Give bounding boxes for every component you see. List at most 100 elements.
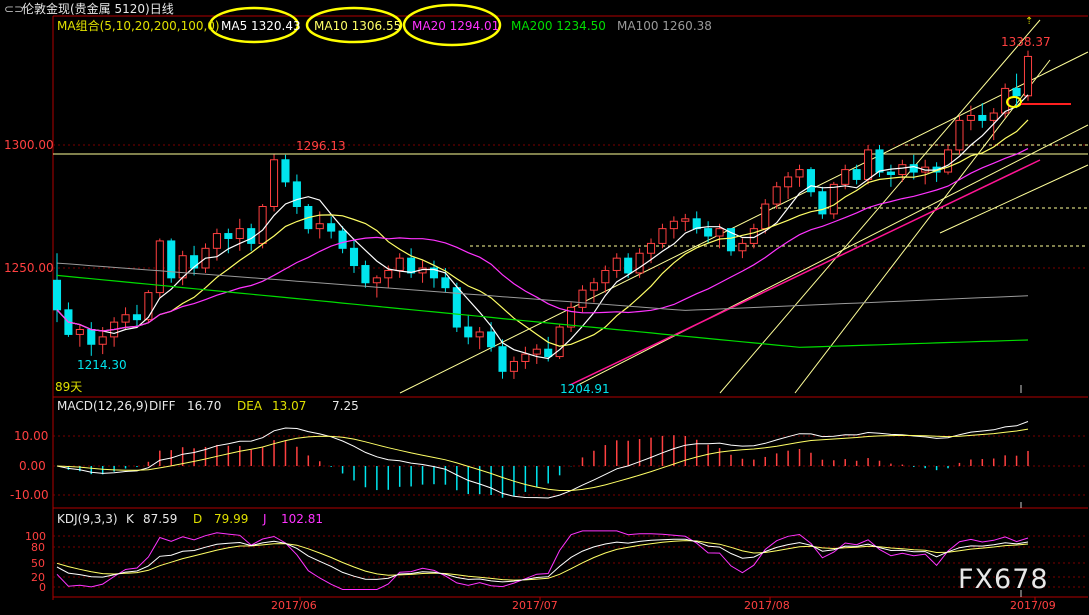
- macd-tick-neg10: -10.00: [10, 488, 49, 502]
- candle-body: [898, 164, 907, 176]
- candle-body: [978, 114, 987, 121]
- x-label-jul: 2017/07: [512, 599, 558, 612]
- ma20-legend: MA20 1294.01: [412, 19, 500, 33]
- candle-body: [372, 277, 381, 284]
- candle-body: [281, 159, 290, 183]
- macd-diff-label: DIFF: [149, 399, 176, 413]
- macd-tick-0: 0.00: [19, 459, 46, 473]
- kdj-tick-80: 80: [31, 541, 45, 554]
- candle-body: [544, 348, 553, 358]
- candle-body: [955, 119, 964, 151]
- chart-window: ⊂⊃伦敦金现(贵金属 5120)日线 MA组合(5,10,20,200,100,…: [0, 0, 1089, 615]
- days-count-label: 89天: [55, 380, 83, 394]
- y-tick-1250: 1250.00: [4, 261, 54, 275]
- candle-body: [87, 329, 96, 345]
- y-tick-1300: 1300.00: [4, 138, 54, 152]
- candle-body: [612, 257, 621, 271]
- kdj-j-label: J: [263, 512, 267, 526]
- candle-body: [144, 292, 153, 321]
- kdj-tick-50: 50: [31, 557, 45, 570]
- kdj-d-label: D: [193, 512, 203, 526]
- ma100-legend: MA100 1260.38: [617, 19, 712, 33]
- kdj-label: KDJ(9,3,3): [57, 512, 118, 526]
- macd-dea-label: DEA: [237, 399, 263, 413]
- candle-body: [338, 230, 347, 249]
- ma-combo-label: MA组合(5,10,20,200,100,0): [57, 19, 220, 33]
- fx678-watermark: FX678: [958, 564, 1049, 595]
- candle-body: [578, 289, 587, 308]
- arrow-up-icon: ⇡: [1025, 16, 1034, 27]
- candle-body: [704, 228, 713, 237]
- candle-body: [292, 181, 301, 207]
- candle-body: [132, 314, 142, 321]
- candle-body: [224, 233, 233, 239]
- candle-body: [772, 186, 781, 205]
- candle-body: [841, 169, 850, 185]
- candle-body: [966, 114, 975, 121]
- candle-body: [909, 164, 918, 173]
- candle-body: [384, 269, 393, 279]
- candle-body: [681, 218, 690, 222]
- candle-body: [121, 314, 130, 323]
- macd-dea-value: 13.07: [272, 399, 307, 413]
- kdj-k-value: 87.59: [143, 512, 178, 526]
- x-label-sep: 2017/09: [1010, 599, 1056, 612]
- ma5-line: [56, 94, 1029, 360]
- candle-body: [886, 171, 895, 176]
- candle-body: [190, 255, 199, 269]
- candle-body: [852, 169, 861, 180]
- candle-body: [761, 203, 770, 230]
- candle-body: [258, 206, 267, 244]
- candle-body: [635, 252, 644, 274]
- candle-body: [98, 336, 107, 345]
- candle-body: [464, 326, 473, 338]
- ma200-legend: MA200 1234.50: [511, 19, 606, 33]
- kdj-k-label: K: [126, 512, 134, 526]
- kdj-d-value: 79.99: [214, 512, 249, 526]
- candle-body: [349, 247, 359, 267]
- candle-body: [270, 159, 279, 207]
- macd-label: MACD(12,26,9): [57, 399, 149, 413]
- ma10-legend: MA10 1306.55: [314, 19, 402, 33]
- candle-body: [407, 257, 416, 274]
- ma20-line: [56, 148, 1029, 332]
- mid-high-label: 1296.13: [296, 139, 346, 153]
- candle-body: [589, 282, 598, 291]
- candle-body: [509, 360, 518, 372]
- candle-body: [715, 228, 724, 237]
- ma100-line: [56, 262, 1029, 311]
- candle-body: [669, 220, 678, 230]
- candle-body: [943, 149, 953, 173]
- candle-body: [875, 149, 884, 173]
- candle-body: [75, 329, 84, 335]
- candle-body: [624, 257, 633, 274]
- candle-body: [521, 353, 530, 362]
- candle-body: [361, 265, 370, 284]
- mid-low-label: 1204.91: [560, 382, 610, 396]
- candle-body: [646, 242, 656, 254]
- candle-body: [738, 242, 747, 252]
- candle-body: [532, 348, 541, 355]
- candle-body: [441, 277, 450, 289]
- kdj-j-line: [56, 530, 1029, 590]
- x-label-jun: 2017/06: [271, 599, 317, 612]
- candle-body: [212, 233, 221, 249]
- candle-body: [498, 346, 507, 372]
- macd-hist-value: 7.25: [332, 399, 359, 413]
- candle-body: [395, 257, 404, 271]
- last-high-label: 1338.37: [1001, 35, 1051, 49]
- macd-dea-line: [56, 428, 1029, 491]
- candle-body: [52, 279, 62, 311]
- candle-body: [1023, 55, 1033, 97]
- candle-body: [1012, 87, 1021, 97]
- candle-body: [235, 228, 244, 239]
- candle-body: [864, 149, 873, 180]
- kdj-j-value: 102.81: [281, 512, 323, 526]
- macd-tick-10: 10.00: [14, 429, 49, 443]
- candle-body: [658, 228, 667, 244]
- candle-body: [601, 269, 610, 284]
- candle-body: [692, 218, 701, 230]
- candle-body: [829, 183, 838, 215]
- kdj-tick-0: 0: [39, 581, 46, 594]
- candle-body: [806, 169, 815, 193]
